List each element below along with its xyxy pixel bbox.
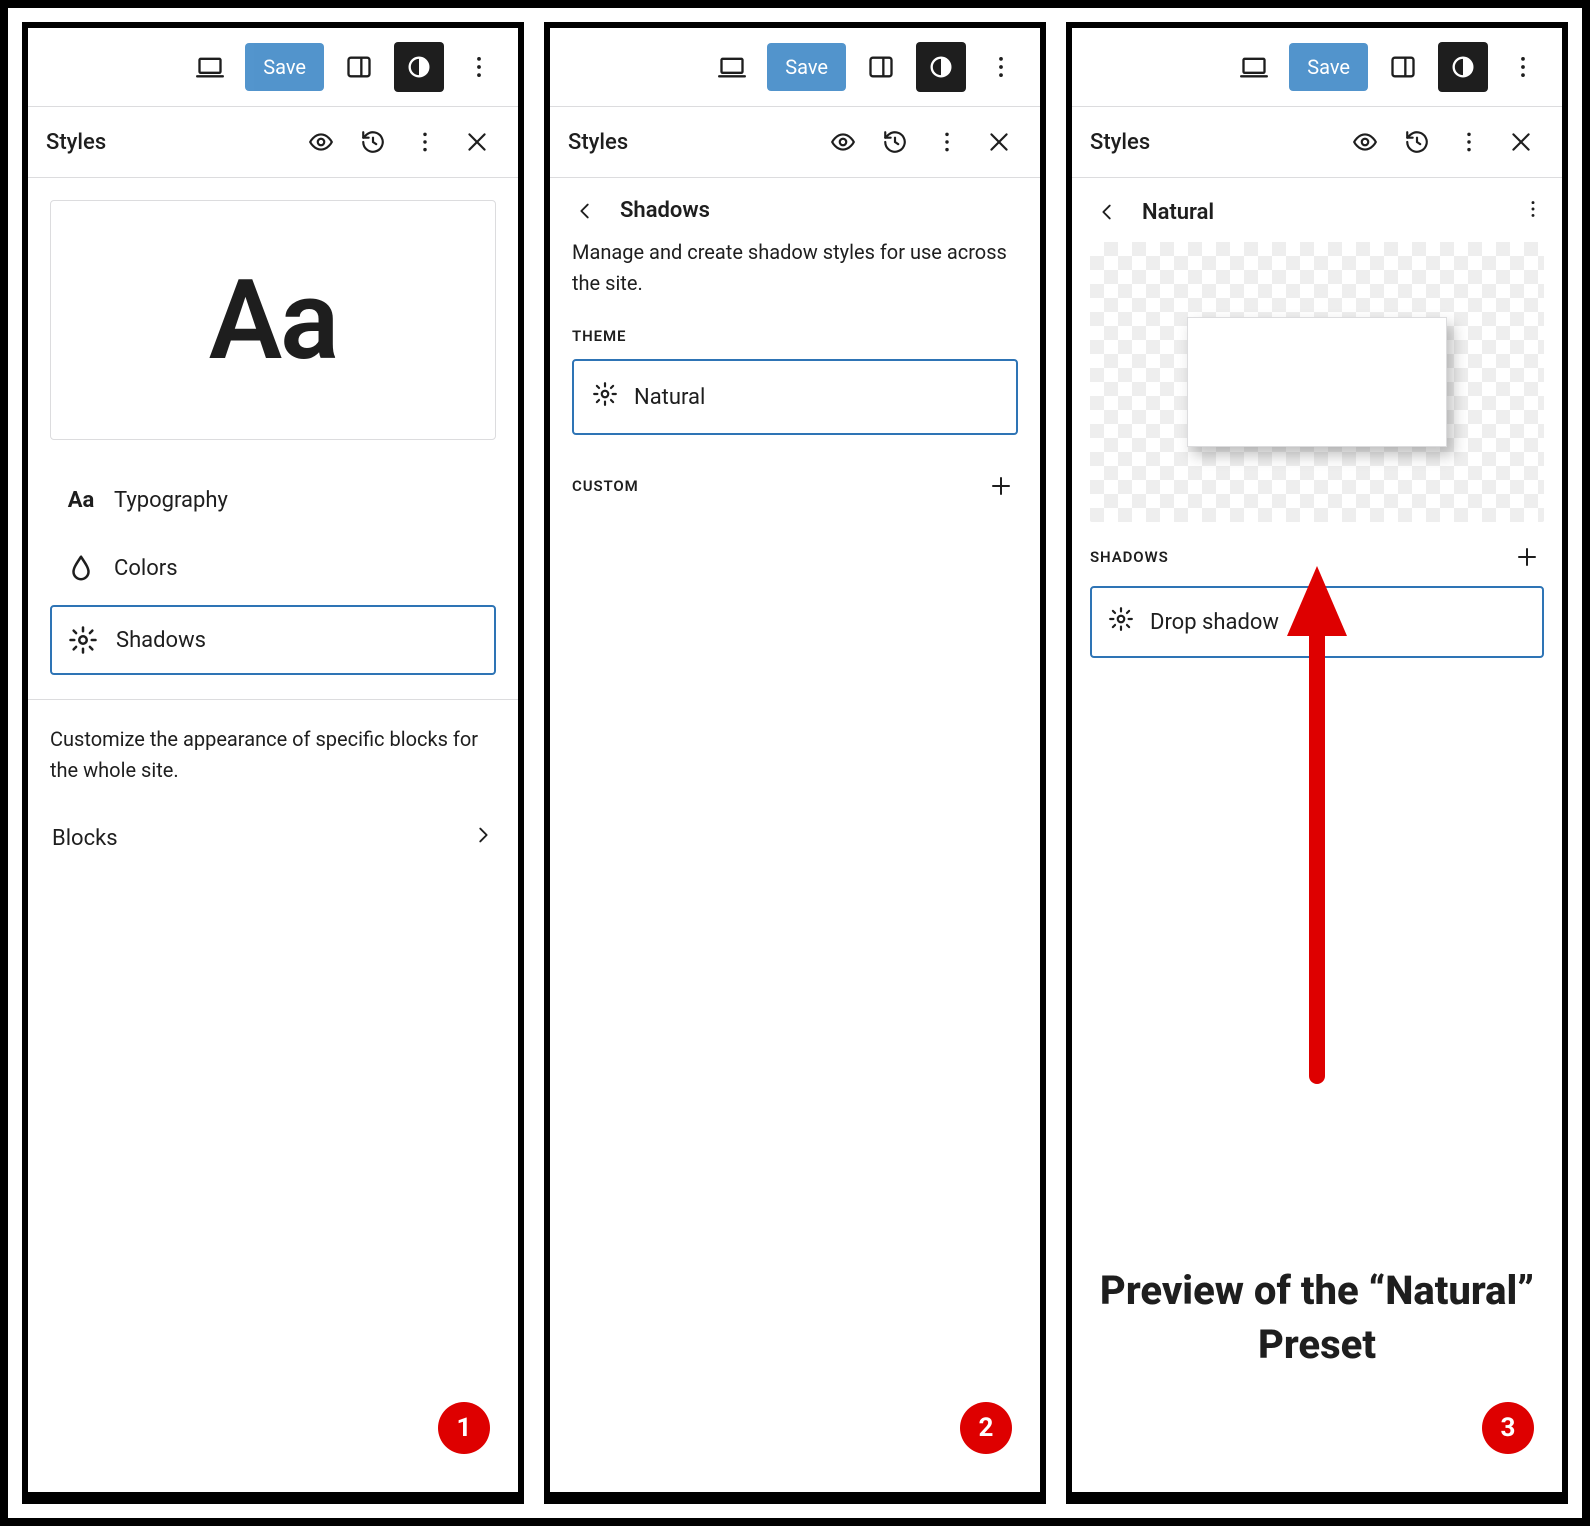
- preset-more-menu[interactable]: [1522, 198, 1544, 226]
- styles-toggle-button[interactable]: [394, 42, 444, 92]
- panel-step-3: Save Styles: [1066, 22, 1568, 1504]
- view-laptop-button[interactable]: [1229, 42, 1279, 92]
- back-button[interactable]: [568, 200, 602, 222]
- colors-label: Colors: [114, 556, 178, 581]
- close-styles-panel[interactable]: [1498, 119, 1544, 165]
- sun-icon: [1108, 606, 1134, 638]
- three-panel-walkthrough: Save Styles: [0, 0, 1590, 1526]
- stylebook-icon[interactable]: [298, 119, 344, 165]
- preset-natural-label: Natural: [634, 385, 705, 410]
- stylebook-icon[interactable]: [820, 119, 866, 165]
- settings-sidebar-toggle[interactable]: [856, 42, 906, 92]
- save-button[interactable]: Save: [767, 43, 846, 91]
- styles-more-menu[interactable]: [1446, 119, 1492, 165]
- settings-sidebar-toggle[interactable]: [1378, 42, 1428, 92]
- styles-panel-header: Styles: [550, 107, 1040, 178]
- styles-panel-header: Styles: [28, 107, 518, 178]
- theme-section-label: THEME: [572, 327, 1018, 345]
- add-shadow-button[interactable]: [1510, 540, 1544, 574]
- styles-toggle-button[interactable]: [1438, 42, 1488, 92]
- theme-preset-natural[interactable]: Natural: [572, 359, 1018, 435]
- revisions-icon[interactable]: [1394, 119, 1440, 165]
- typography-label: Typography: [114, 488, 228, 513]
- step-badge-2: 2: [960, 1402, 1012, 1454]
- add-custom-shadow-button[interactable]: [984, 469, 1018, 503]
- preset-detail-header: Natural: [1072, 178, 1562, 230]
- save-button[interactable]: Save: [245, 43, 324, 91]
- drop-shadow-item[interactable]: Drop shadow: [1090, 586, 1544, 658]
- shadows-panel-body: Shadows Manage and create shadow styles …: [550, 178, 1040, 1498]
- styles-panel-header: Styles: [1072, 107, 1562, 178]
- styles-panel-body: Aa Aa Typography Colors Shadows: [28, 178, 518, 1498]
- shadows-description: Manage and create shadow styles for use …: [572, 237, 1018, 299]
- drop-icon: [66, 553, 96, 583]
- divider: [28, 699, 518, 700]
- panel-step-2: Save Styles: [544, 22, 1046, 1504]
- sun-icon: [592, 381, 618, 413]
- preset-title: Natural: [1142, 200, 1214, 225]
- revisions-icon[interactable]: [872, 119, 918, 165]
- shadows-panel-header: Shadows: [550, 178, 1040, 227]
- annotation-caption: Preview of the “Natural” Preset: [1072, 1264, 1562, 1372]
- typography-nav[interactable]: Aa Typography: [50, 470, 496, 531]
- shadow-preview-box: [1187, 317, 1447, 447]
- chevron-right-icon: [472, 824, 494, 852]
- options-menu-button[interactable]: [454, 42, 504, 92]
- colors-nav[interactable]: Colors: [50, 535, 496, 601]
- back-button[interactable]: [1090, 201, 1124, 223]
- save-button[interactable]: Save: [1289, 43, 1368, 91]
- shadows-section-label: SHADOWS: [1090, 548, 1169, 566]
- styles-panel-title: Styles: [568, 130, 628, 155]
- shadows-label: Shadows: [116, 628, 206, 653]
- blocks-description: Customize the appearance of specific blo…: [50, 724, 496, 786]
- stylebook-icon[interactable]: [1342, 119, 1388, 165]
- styles-more-menu[interactable]: [924, 119, 970, 165]
- view-laptop-button[interactable]: [185, 42, 235, 92]
- settings-sidebar-toggle[interactable]: [334, 42, 384, 92]
- styles-toggle-button[interactable]: [916, 42, 966, 92]
- shadows-title: Shadows: [620, 198, 710, 223]
- panel-step-1: Save Styles: [22, 22, 524, 1504]
- blocks-nav[interactable]: Blocks: [50, 820, 496, 856]
- editor-top-toolbar: Save: [28, 28, 518, 107]
- styles-panel-title: Styles: [46, 130, 106, 155]
- view-laptop-button[interactable]: [707, 42, 757, 92]
- close-styles-panel[interactable]: [454, 119, 500, 165]
- shadows-nav[interactable]: Shadows: [50, 605, 496, 675]
- typography-icon: Aa: [66, 488, 96, 513]
- shadow-preview-area: [1090, 242, 1544, 522]
- revisions-icon[interactable]: [350, 119, 396, 165]
- options-menu-button[interactable]: [1498, 42, 1548, 92]
- drop-shadow-label: Drop shadow: [1150, 610, 1279, 635]
- blocks-label: Blocks: [52, 826, 118, 851]
- custom-section-label: CUSTOM: [572, 477, 639, 495]
- step-badge-3: 3: [1482, 1402, 1534, 1454]
- styles-more-menu[interactable]: [402, 119, 448, 165]
- preview-glyph: Aa: [209, 256, 338, 385]
- sun-icon: [68, 625, 98, 655]
- options-menu-button[interactable]: [976, 42, 1026, 92]
- typography-preview: Aa: [50, 200, 496, 440]
- preset-detail-body: Natural SHADOWS Drop shadow: [1072, 178, 1562, 1498]
- close-styles-panel[interactable]: [976, 119, 1022, 165]
- editor-top-toolbar: Save: [1072, 28, 1562, 107]
- editor-top-toolbar: Save: [550, 28, 1040, 107]
- styles-panel-title: Styles: [1090, 130, 1150, 155]
- step-badge-1: 1: [438, 1402, 490, 1454]
